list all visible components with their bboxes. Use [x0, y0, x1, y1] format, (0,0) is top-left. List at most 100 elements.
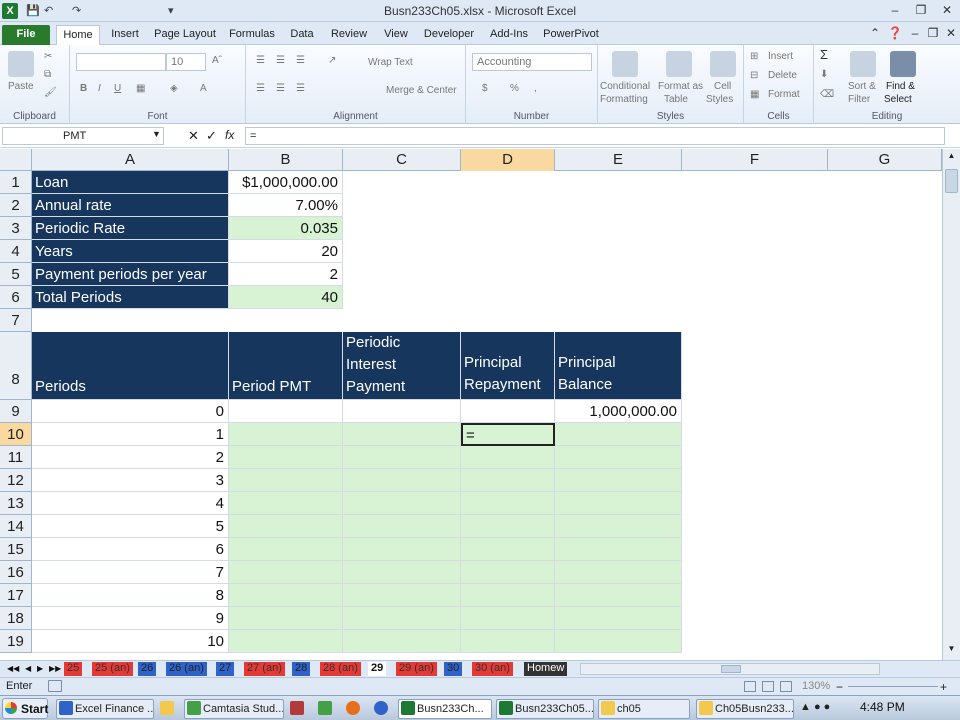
- row-header[interactable]: 7: [0, 309, 32, 332]
- font-color-icon[interactable]: A: [200, 83, 207, 95]
- format-as-table-icon[interactable]: [666, 51, 692, 77]
- repayment-cell[interactable]: [461, 630, 555, 653]
- scroll-up-icon[interactable]: ▲: [945, 151, 958, 165]
- balance-cell[interactable]: [555, 423, 682, 446]
- horizontal-scrollbar[interactable]: [580, 663, 880, 675]
- currency-button[interactable]: $: [482, 83, 488, 95]
- period-pmt-header[interactable]: Period PMT: [229, 332, 343, 400]
- balance-cell[interactable]: [555, 584, 682, 607]
- pmt-cell[interactable]: [229, 561, 343, 584]
- outlook-icon[interactable]: [160, 701, 174, 715]
- last-sheet-icon[interactable]: ▶▶: [46, 662, 64, 676]
- fill-color-icon[interactable]: ◈: [170, 83, 178, 95]
- bold-icon[interactable]: B: [80, 83, 87, 95]
- periodic-rate-value[interactable]: 0.035: [229, 217, 343, 240]
- zoom-in-icon[interactable]: +: [940, 679, 947, 696]
- number-format-box[interactable]: Accounting: [472, 53, 592, 71]
- row-header[interactable]: 11: [0, 446, 32, 469]
- grow-font-icon[interactable]: Aˆ: [212, 55, 222, 67]
- percent-button[interactable]: %: [510, 83, 519, 95]
- balance-cell[interactable]: [555, 538, 682, 561]
- repayment-cell[interactable]: [461, 561, 555, 584]
- sheet-tab[interactable]: 29 (an): [396, 662, 437, 676]
- prev-sheet-icon[interactable]: ◀: [22, 662, 34, 676]
- wrap-text-button[interactable]: Wrap Text: [368, 57, 413, 69]
- cut-icon[interactable]: ✂: [44, 51, 52, 63]
- italic-icon[interactable]: I: [98, 83, 101, 95]
- sheet-tab-active[interactable]: 29: [368, 662, 387, 676]
- repayment-cell[interactable]: [461, 538, 555, 561]
- zoom-level[interactable]: 130%: [802, 678, 830, 695]
- period-cell[interactable]: 2: [32, 446, 229, 469]
- sheet-tab[interactable]: Homew: [524, 662, 568, 676]
- period-cell[interactable]: 1: [32, 423, 229, 446]
- format-cells-icon[interactable]: ▦: [750, 89, 759, 101]
- row-header[interactable]: 13: [0, 492, 32, 515]
- annual-rate-label[interactable]: Annual rate: [32, 194, 229, 217]
- interest-cell[interactable]: [343, 538, 461, 561]
- tab-home[interactable]: Home: [56, 25, 100, 45]
- column-header-g[interactable]: G: [828, 149, 942, 171]
- format-painter-icon[interactable]: 🖌: [44, 87, 57, 99]
- column-header-b[interactable]: B: [229, 149, 343, 171]
- principal-repayment-header[interactable]: Principal Repayment: [461, 332, 555, 400]
- zoom-slider[interactable]: [848, 686, 938, 687]
- interest-cell[interactable]: [343, 561, 461, 584]
- next-sheet-icon[interactable]: ▶: [34, 662, 46, 676]
- clock[interactable]: 4:48 PM: [860, 700, 905, 714]
- sheet-tab[interactable]: 25: [64, 662, 83, 676]
- window-close-icon[interactable]: ✕: [940, 25, 960, 41]
- cancel-icon[interactable]: ✕: [188, 128, 199, 144]
- sheet-tab[interactable]: 28: [292, 662, 311, 676]
- repayment-cell[interactable]: [461, 400, 555, 423]
- tab-page-layout[interactable]: Page Layout: [150, 25, 220, 45]
- interest-cell[interactable]: [343, 584, 461, 607]
- paste-button[interactable]: Paste: [8, 81, 34, 93]
- total-periods-value[interactable]: 40: [229, 286, 343, 309]
- balance-cell[interactable]: 1,000,000.00: [555, 400, 682, 423]
- copy-icon[interactable]: ⧉: [44, 69, 51, 81]
- column-header-f[interactable]: F: [682, 149, 828, 171]
- first-sheet-icon[interactable]: ◀◀: [4, 662, 22, 676]
- pmt-cell[interactable]: [229, 423, 343, 446]
- interest-cell[interactable]: [343, 446, 461, 469]
- delete-cells-button[interactable]: Delete: [768, 70, 797, 82]
- repayment-cell[interactable]: [461, 446, 555, 469]
- clear-icon[interactable]: ⌫: [820, 89, 834, 101]
- horizontal-scroll-thumb[interactable]: [721, 665, 741, 673]
- sort-filter-label-2[interactable]: Filter: [848, 94, 870, 106]
- format-as-table-label-2[interactable]: Table: [664, 94, 688, 106]
- access-icon[interactable]: [290, 701, 304, 715]
- normal-view-icon[interactable]: [744, 681, 756, 692]
- row-header[interactable]: 12: [0, 469, 32, 492]
- principal-balance-header[interactable]: Principal Balance: [555, 332, 682, 400]
- paste-icon[interactable]: [8, 51, 34, 77]
- formula-input[interactable]: =: [245, 127, 945, 145]
- loan-label[interactable]: Loan: [32, 171, 229, 194]
- align-middle-icon[interactable]: ☰: [276, 55, 285, 67]
- ie-icon[interactable]: [374, 701, 388, 715]
- sort-filter-icon[interactable]: [850, 51, 876, 77]
- orientation-icon[interactable]: ↗: [328, 55, 336, 67]
- row-header[interactable]: 8: [0, 332, 32, 400]
- enter-icon[interactable]: ✓: [206, 128, 217, 144]
- period-cell[interactable]: 6: [32, 538, 229, 561]
- sheet-tab[interactable]: 30: [444, 662, 463, 676]
- name-box-dropdown-icon[interactable]: ▼: [152, 129, 161, 139]
- format-cells-button[interactable]: Format: [768, 89, 800, 101]
- align-bottom-icon[interactable]: ☰: [296, 55, 305, 67]
- tray-icons[interactable]: ▲ ● ●: [800, 701, 830, 713]
- find-select-label-1[interactable]: Find &: [886, 81, 915, 93]
- cell-styles-label-2[interactable]: Styles: [706, 94, 733, 106]
- format-as-table-label-1[interactable]: Format as: [658, 81, 703, 93]
- insert-cells-icon[interactable]: ⊞: [750, 51, 758, 63]
- interest-cell[interactable]: [343, 469, 461, 492]
- row-header[interactable]: 18: [0, 607, 32, 630]
- balance-cell[interactable]: [555, 446, 682, 469]
- pmt-cell[interactable]: [229, 630, 343, 653]
- tab-powerpivot[interactable]: PowerPivot: [540, 25, 602, 45]
- sort-filter-label-1[interactable]: Sort &: [848, 81, 876, 93]
- row-header[interactable]: 2: [0, 194, 32, 217]
- row-header[interactable]: 9: [0, 400, 32, 423]
- interest-cell[interactable]: [343, 492, 461, 515]
